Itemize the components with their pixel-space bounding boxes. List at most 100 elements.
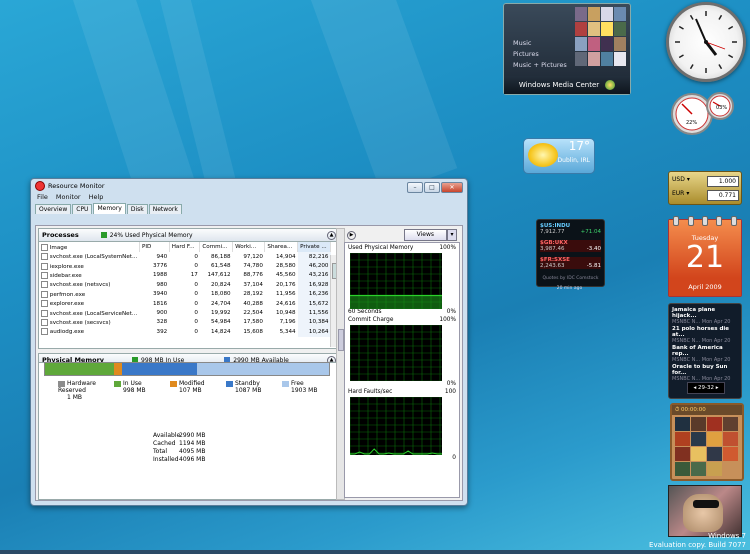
- puzzle-timer: ⏱ 00:00:00: [672, 405, 742, 415]
- menu-file[interactable]: File: [37, 193, 48, 203]
- sunglasses-shape: [693, 500, 719, 508]
- table-row[interactable]: sidebar.exe 1988 17 147,612 88,776 45,560 43,2…: [39, 270, 331, 281]
- menu-help[interactable]: Help: [89, 193, 104, 203]
- column-header-hard-faults[interactable]: Hard F...: [169, 242, 201, 252]
- calendar-date: 21: [685, 240, 725, 275]
- feed-item[interactable]: Oracle to buy Sun for... MSNBC N... Mon A…: [672, 364, 738, 382]
- column-header-private[interactable]: Private ...: [297, 242, 331, 252]
- cell-value: 0: [194, 328, 198, 335]
- row-checkbox[interactable]: [41, 309, 48, 317]
- feed-item[interactable]: Jamaica plane hijack... MSNBC N... Mon Ap…: [672, 307, 738, 325]
- row-checkbox[interactable]: [41, 253, 48, 261]
- feed-item[interactable]: 21 polo horses die at... MSNBC N... Mon A…: [672, 326, 738, 344]
- table-row[interactable]: iexplore.exe 3776 0 61,548 74,780 28,580 46,20…: [39, 261, 331, 271]
- feed-headlines-gadget[interactable]: Jamaica plane hijack... MSNBC N... Mon Ap…: [668, 303, 742, 399]
- column-header-shareable[interactable]: Sharea...: [264, 242, 299, 252]
- memory-bar-segment: [114, 363, 122, 375]
- currency-value-eur[interactable]: 0.771: [707, 190, 739, 201]
- stocks-gadget[interactable]: $US:INDU 7,912.77 +71.04 $GB:UKX 3,987.46…: [536, 219, 605, 287]
- clock-gadget[interactable]: [666, 2, 746, 82]
- puzzle-tiles[interactable]: [675, 417, 739, 476]
- media-item-pictures[interactable]: Pictures: [513, 49, 567, 60]
- cell-value: 15,672: [297, 298, 331, 309]
- calendar-gadget[interactable]: Tuesday 21 April 2009: [668, 216, 742, 297]
- media-center-footer[interactable]: Windows Media Center: [504, 76, 630, 94]
- column-header-working[interactable]: Worki...: [232, 242, 266, 252]
- media-center-gadget[interactable]: Music Pictures Music + Pictures Windows …: [503, 3, 631, 95]
- cell-value: 328: [156, 319, 168, 326]
- table-row[interactable]: svchost.exe (secsvcs) 328 0 54,984 17,580 7,1…: [39, 317, 331, 328]
- cell-image: svchost.exe (secsvcs): [39, 318, 139, 327]
- legend-value: 107 MB: [179, 387, 202, 394]
- tab-cpu[interactable]: CPU: [72, 204, 93, 214]
- table-row[interactable]: svchost.exe (LocalSystemNet... 940 0 86,188…: [39, 252, 331, 262]
- row-checkbox[interactable]: [41, 271, 48, 279]
- cell-value: 0: [194, 281, 198, 288]
- processes-table-area: Image PID Hard F... Commi... Worki... Sh…: [38, 242, 340, 349]
- table-header-row: Image PID Hard F... Commi... Worki... Sh…: [39, 242, 331, 252]
- table-row[interactable]: audiodg.exe 392 0 14,824 15,608 5,344 10,264: [39, 327, 331, 337]
- cell-value: 0: [194, 310, 198, 317]
- table-row[interactable]: perfmon.exe 3940 0 18,080 28,192 11,956 16,236: [39, 289, 331, 299]
- maximize-button[interactable]: □: [424, 182, 440, 193]
- row-checkbox[interactable]: [41, 262, 48, 270]
- views-button[interactable]: Views: [403, 229, 447, 241]
- table-row[interactable]: explorer.exe 1816 0 24,704 40,288 24,616 15,67…: [39, 298, 331, 309]
- minimize-button[interactable]: –: [407, 182, 423, 193]
- tab-memory[interactable]: Memory: [93, 203, 126, 214]
- row-checkbox[interactable]: [41, 328, 48, 336]
- currency-value-usd[interactable]: 1.000: [707, 176, 739, 187]
- cpu-meter-gadget[interactable]: 22% 03%: [670, 90, 740, 136]
- close-button[interactable]: ✕: [441, 182, 463, 193]
- column-header-image[interactable]: Image: [39, 242, 140, 252]
- row-checkbox[interactable]: [41, 281, 48, 289]
- feed-item[interactable]: Bank of America rep... MSNBC N... Mon Apr…: [672, 345, 738, 363]
- select-all-checkbox[interactable]: [41, 243, 48, 251]
- tab-network[interactable]: Network: [148, 204, 182, 214]
- table-row[interactable]: svchost.exe (netsvcs) 980 0 20,824 37,104 20,…: [39, 280, 331, 290]
- media-item-music-pictures[interactable]: Music + Pictures: [513, 60, 567, 71]
- cell-value: 392: [156, 328, 168, 335]
- cell-value: 43,216: [297, 270, 331, 281]
- table-row[interactable]: svchost.exe (LocalServiceNet... 900 0 19,99…: [39, 308, 331, 318]
- row-checkbox[interactable]: [41, 300, 48, 308]
- tab-overview[interactable]: Overview: [35, 204, 72, 214]
- expand-graphs-icon[interactable]: ▶: [347, 230, 356, 240]
- collapse-processes-icon[interactable]: ▲: [327, 231, 336, 240]
- row-checkbox[interactable]: [41, 318, 48, 326]
- resource-monitor-window: Resource Monitor – □ ✕ File Monitor Help…: [30, 178, 468, 506]
- cpu-meter-icon: [671, 92, 734, 135]
- memory-bar-segment: [197, 363, 329, 375]
- graph-commit-charge: Commit Charge 100% 0%: [348, 317, 456, 389]
- menu-monitor[interactable]: Monitor: [56, 193, 81, 203]
- cell-value: 3940: [152, 291, 168, 298]
- cell-image: iexplore.exe: [39, 261, 139, 270]
- graph-used-physical-memory: Used Physical Memory 100% 60 Seconds 0%: [348, 245, 456, 317]
- column-header-commit[interactable]: Commi...: [199, 242, 234, 252]
- cell-value: 980: [156, 281, 168, 288]
- views-dropdown-icon[interactable]: ▾: [447, 229, 457, 241]
- column-header-pid[interactable]: PID: [139, 242, 170, 252]
- cell-value: 28,580: [276, 263, 296, 270]
- picture-puzzle-gadget[interactable]: ⏱ 00:00:00: [670, 403, 744, 481]
- tab-disk[interactable]: Disk: [126, 204, 148, 214]
- weather-temperature: 17°: [568, 139, 590, 153]
- weather-gadget[interactable]: 17° Dublin, IRL: [523, 138, 595, 174]
- slideshow-gadget[interactable]: [668, 485, 742, 537]
- currency-gadget[interactable]: USD ▾ 1.000 EUR ▾ 0.771: [668, 171, 742, 205]
- media-item-music[interactable]: Music: [513, 38, 567, 49]
- cell-value: 11,956: [276, 291, 296, 298]
- memory-percent: 03%: [716, 105, 728, 111]
- graph-time-span: 60 Seconds: [348, 309, 382, 315]
- feed-pager[interactable]: ◂ 29-32 ▸: [687, 382, 725, 394]
- cell-value: 20,176: [276, 281, 296, 288]
- cell-value: 11,556: [297, 308, 331, 318]
- processes-header[interactable]: Processes 24% Used Physical Memory ▲: [38, 228, 340, 242]
- cell-image: svchost.exe (LocalServiceNet...: [39, 308, 139, 317]
- graph-plot: [350, 397, 442, 455]
- title-bar[interactable]: Resource Monitor: [31, 179, 467, 193]
- graph-min: 0: [452, 455, 456, 461]
- memory-bar-segment: [45, 363, 115, 375]
- row-checkbox[interactable]: [41, 290, 48, 298]
- graph-min: 0%: [446, 381, 456, 387]
